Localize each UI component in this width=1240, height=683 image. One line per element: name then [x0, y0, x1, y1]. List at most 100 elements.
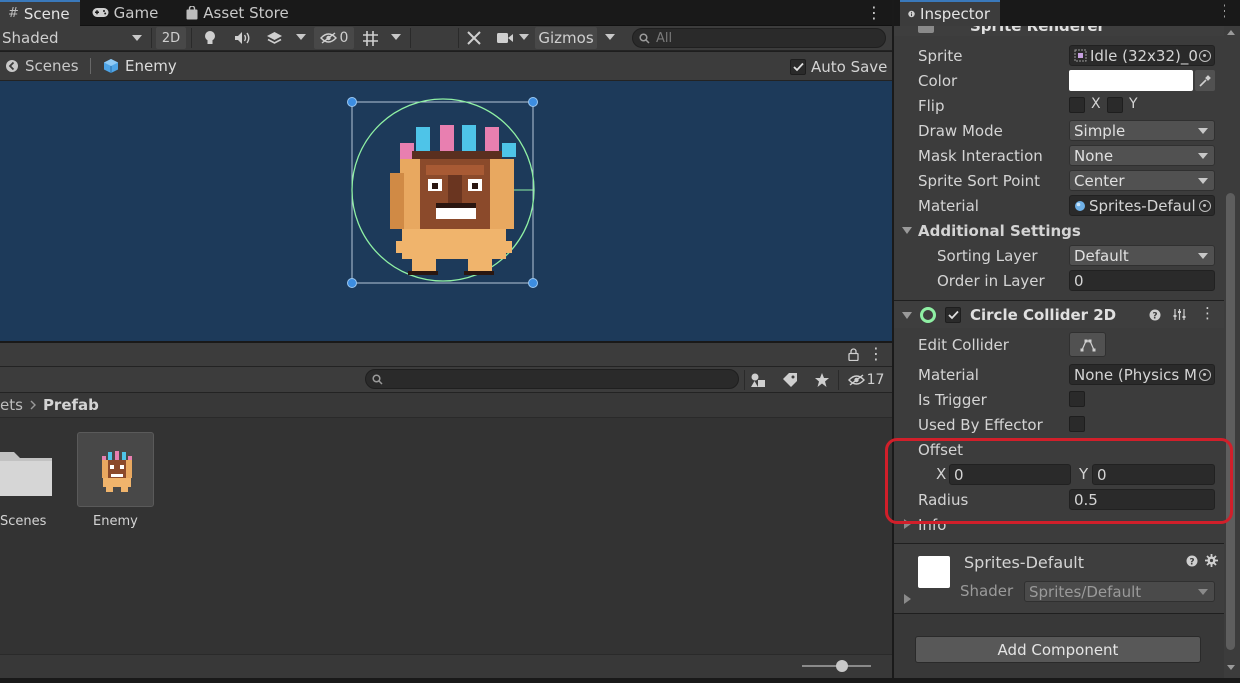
path-current[interactable]: Prefab [43, 396, 99, 414]
material-object-field[interactable]: Sprites-Defaul [1069, 195, 1215, 216]
resize-handle-tr[interactable] [528, 97, 538, 107]
2d-mode-toggle[interactable]: 2D [156, 27, 186, 49]
tag-icon [783, 373, 797, 387]
tab-bar-overlay: Inspector [894, 0, 1224, 26]
resize-handle-tl[interactable] [347, 97, 357, 107]
info-foldout[interactable]: Info [894, 512, 1224, 537]
radius-value: 0.5 [1074, 490, 1098, 509]
tab-game[interactable]: Game [84, 0, 169, 26]
asset-item-scenes[interactable]: Scenes [0, 432, 56, 529]
lock-icon[interactable] [848, 348, 859, 361]
offset-y-input[interactable]: 0 [1092, 464, 1215, 485]
order-in-layer-input[interactable]: 0 [1069, 270, 1215, 291]
inspector-panel: Inspector ⋮ Sprite Renderer Inspector Sp… [892, 0, 1240, 678]
offset-y-value: 0 [1097, 465, 1107, 484]
tab-asset-store[interactable]: Asset Store [178, 0, 298, 26]
grid-snap-toggle[interactable] [358, 27, 382, 49]
offset-x-input[interactable]: 0 [949, 464, 1071, 485]
scene-search-input[interactable]: All [632, 28, 886, 48]
mask-interaction-dropdown[interactable]: None [1069, 145, 1215, 166]
help-icon[interactable]: ? [1186, 555, 1198, 567]
zoom-slider-thumb[interactable] [836, 660, 848, 672]
gamepad-icon [92, 8, 109, 17]
preset-sliders-icon[interactable] [1173, 308, 1186, 321]
favorites-button[interactable] [811, 369, 833, 391]
scene-menu-icon[interactable]: ⋮ [866, 3, 882, 22]
sorting-layer-dropdown[interactable]: Default [1069, 245, 1215, 266]
audio-toggle[interactable] [230, 27, 254, 49]
add-component-button[interactable]: Add Component [915, 636, 1201, 663]
project-menu-icon[interactable]: ⋮ [868, 344, 884, 363]
hidden-objects-toggle[interactable]: 0 [314, 27, 354, 49]
back-arrow-icon [6, 60, 18, 72]
sprite-sort-point-dropdown[interactable]: Center [1069, 170, 1215, 191]
chevron-down-icon [519, 34, 529, 40]
used-by-effector-checkbox[interactable] [1069, 416, 1085, 432]
is-trigger-label: Is Trigger [918, 390, 987, 409]
resize-handle-bl[interactable] [347, 278, 357, 288]
folder-icon [0, 452, 52, 496]
scene-view-canvas[interactable] [0, 81, 892, 341]
flip-x-checkbox[interactable] [1069, 97, 1085, 113]
component-menu-icon[interactable]: ⋮ [1200, 304, 1215, 322]
effects-toggle[interactable] [262, 27, 286, 49]
lighting-toggle[interactable] [198, 27, 222, 49]
scroll-up-arrow-icon[interactable] [1227, 30, 1235, 35]
chevron-down-icon [605, 34, 615, 40]
enemy-sprite [390, 125, 516, 275]
breadcrumb-scenes[interactable]: Scenes [5, 57, 79, 75]
additional-settings-foldout[interactable]: Additional Settings [894, 218, 1224, 243]
auto-save-toggle[interactable]: Auto Save [790, 58, 887, 76]
gizmos-button[interactable]: Gizmos [535, 27, 597, 49]
camera-button[interactable] [494, 27, 516, 49]
object-picker-icon[interactable] [1199, 369, 1211, 381]
project-search-input[interactable] [365, 369, 739, 389]
search-by-type-button[interactable] [747, 369, 769, 391]
color-swatch[interactable] [1069, 70, 1193, 91]
checkmark-icon [792, 62, 804, 72]
inspector-scrollbar-thumb[interactable] [1226, 193, 1235, 650]
used-by-effector-label: Used By Effector [918, 415, 1043, 434]
help-icon[interactable]: ? [1149, 309, 1161, 321]
sprite-object-field[interactable]: Idle (32x32)_0 [1069, 45, 1215, 66]
breadcrumb-enemy[interactable]: Enemy [103, 57, 177, 75]
shader-dropdown[interactable]: Sprites/Default [1024, 581, 1215, 602]
additional-settings-label: Additional Settings [918, 221, 1081, 240]
eyedropper-button[interactable] [1195, 70, 1215, 91]
sprite-asset-icon [1074, 49, 1087, 62]
effects-dropdown[interactable] [292, 27, 310, 49]
object-picker-icon[interactable] [1199, 50, 1211, 62]
flip-y-checkbox[interactable] [1107, 97, 1123, 113]
circle-collider-header[interactable]: Circle Collider 2D ? ⋮ [894, 300, 1224, 328]
tab-inspector-overlay[interactable]: Inspector [900, 0, 1000, 26]
tab-scene[interactable]: # Scene [0, 0, 80, 26]
camera-dropdown[interactable] [516, 27, 532, 49]
object-picker-icon[interactable] [1199, 200, 1211, 212]
grid-dropdown[interactable] [387, 27, 405, 49]
circle-collider-enabled-checkbox[interactable] [945, 307, 961, 323]
scroll-down-arrow-icon[interactable] [1227, 665, 1235, 670]
tools-button[interactable] [463, 27, 485, 49]
gizmos-dropdown[interactable] [599, 27, 621, 49]
auto-save-checkbox[interactable] [790, 59, 806, 75]
sprite-value: Idle (32x32)_0 [1090, 46, 1198, 65]
radius-input[interactable]: 0.5 [1069, 489, 1215, 510]
foldout-arrow-icon[interactable] [904, 594, 911, 604]
resize-handle-br[interactable] [528, 278, 538, 288]
hidden-count: 0 [339, 30, 349, 46]
asset-item-enemy[interactable]: Enemy [77, 432, 154, 529]
material-name: Sprites-Default [964, 553, 1085, 572]
offset-y-label: Y [1079, 465, 1089, 483]
search-by-label-button[interactable] [779, 369, 801, 391]
physics-material-object-field[interactable]: None (Physics M [1069, 364, 1215, 385]
shading-mode-dropdown[interactable]: Shaded [0, 27, 148, 49]
draw-mode-dropdown[interactable]: Simple [1069, 120, 1215, 141]
scene-search-placeholder: All [656, 30, 673, 46]
path-parent[interactable]: ets [0, 396, 23, 414]
project-asset-grid: Scenes Enemy [0, 418, 892, 654]
hidden-packages-toggle[interactable]: 17 [845, 369, 887, 391]
edit-collider-button[interactable] [1069, 332, 1106, 357]
is-trigger-checkbox[interactable] [1069, 391, 1085, 407]
gear-icon[interactable] [1205, 554, 1218, 567]
gizmos-label: Gizmos [538, 29, 594, 47]
